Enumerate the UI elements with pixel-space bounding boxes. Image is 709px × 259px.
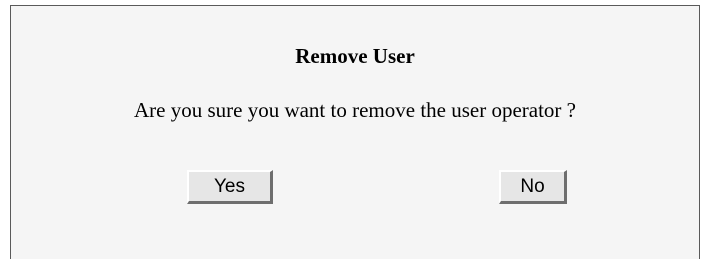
- dialog-title: Remove User: [295, 44, 415, 68]
- yes-button[interactable]: Yes: [187, 170, 273, 204]
- remove-user-dialog: Remove User Are you sure you want to rem…: [10, 5, 700, 259]
- confirmation-message: Are you sure you want to remove the user…: [133, 98, 576, 122]
- no-button[interactable]: No: [499, 170, 567, 204]
